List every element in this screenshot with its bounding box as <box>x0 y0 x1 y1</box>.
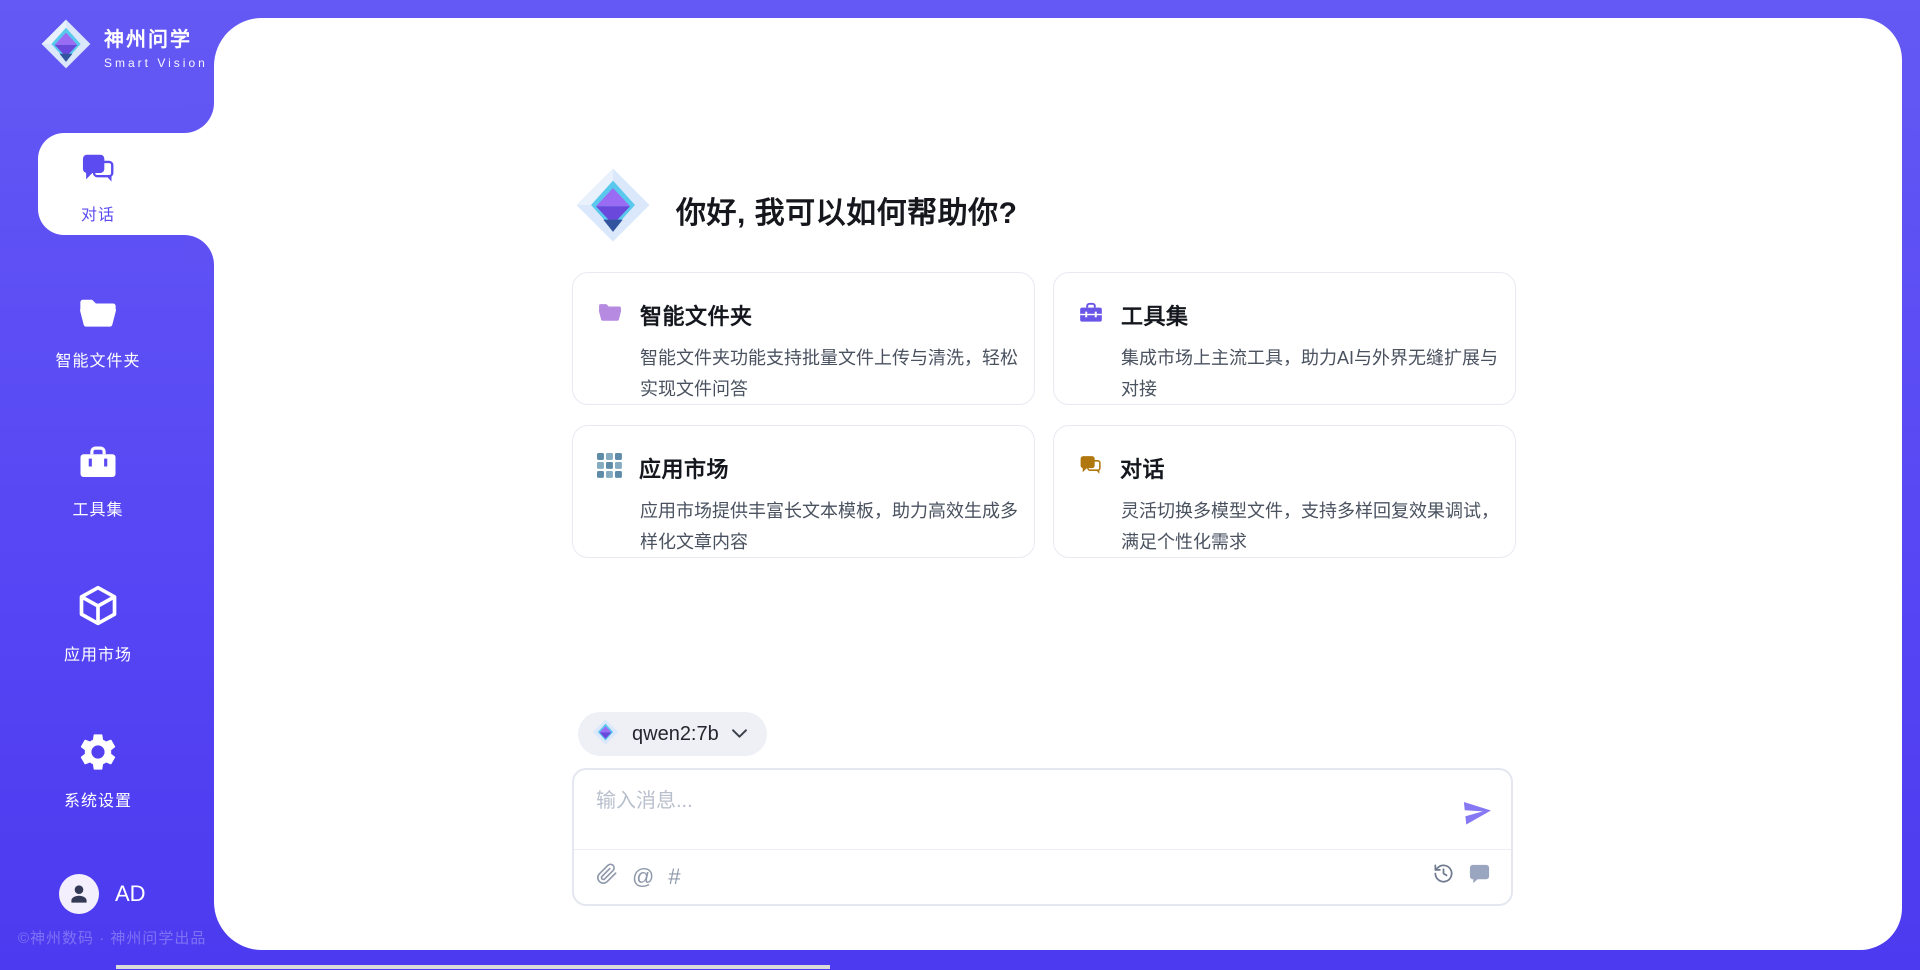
user-name: AD <box>115 881 146 907</box>
send-icon[interactable] <box>1461 796 1493 828</box>
card-title: 工具集 <box>1121 299 1189 331</box>
tab-curve-top <box>184 103 214 133</box>
sidebar-item-label: 智能文件夹 <box>0 347 196 371</box>
card-description: 应用市场提供丰富长文本模板，助力高效生成多样化文章内容 <box>640 496 1028 558</box>
model-name: qwen2:7b <box>632 723 719 746</box>
greeting-logo-icon <box>574 164 652 251</box>
brand[interactable]: 神州问学 Smart Vision <box>40 16 208 77</box>
diamond-logo-icon <box>592 718 619 751</box>
card-description: 集成市场上主流工具，助力AI与外界无缝扩展与对接 <box>1121 343 1509 405</box>
avatar <box>59 874 99 914</box>
sidebar-item-smart-folder[interactable]: 智能文件夹 <box>0 294 196 371</box>
hash-icon[interactable]: # <box>668 865 680 889</box>
card-chat[interactable]: 对话 灵活切换多模型文件，支持多样回复效果调试，满足个性化需求 <box>1053 425 1516 558</box>
sidebar-item-label: 对话 <box>0 201 196 225</box>
chevron-down-icon <box>732 725 747 743</box>
chat-bubble-icon[interactable] <box>1468 862 1491 890</box>
toolbox-icon <box>77 443 119 488</box>
cube-icon <box>76 584 120 633</box>
card-title: 对话 <box>1120 452 1165 484</box>
card-title: 应用市场 <box>639 452 729 484</box>
attachment-icon[interactable] <box>596 862 618 891</box>
diamond-logo-icon <box>40 16 92 77</box>
app-window: 神州问学 Smart Vision 对话 智能文件夹 <box>0 0 1920 970</box>
card-description: 智能文件夹功能支持批量文件上传与清洗，轻松实现文件问答 <box>640 343 1028 405</box>
card-smart-folder[interactable]: 智能文件夹 智能文件夹功能支持批量文件上传与清洗，轻松实现文件问答 <box>572 272 1035 405</box>
folder-icon <box>77 294 119 339</box>
card-app-market[interactable]: 应用市场 应用市场提供丰富长文本模板，助力高效生成多样化文章内容 <box>572 425 1035 558</box>
model-selector[interactable]: qwen2:7b <box>578 712 767 756</box>
gear-icon <box>76 730 120 779</box>
message-input[interactable] <box>596 784 1436 840</box>
sidebar-item-chat[interactable]: 对话 <box>0 150 196 225</box>
toolbox-icon <box>1078 301 1104 330</box>
at-icon[interactable]: @ <box>632 865 654 889</box>
brand-title: 神州问学 <box>104 23 208 52</box>
sidebar-item-label: 应用市场 <box>0 641 196 665</box>
composer-divider <box>574 849 1511 850</box>
sidebar-item-label: 系统设置 <box>0 787 196 811</box>
user-profile[interactable]: AD <box>59 874 146 914</box>
sidebar-item-app-market[interactable]: 应用市场 <box>0 584 196 665</box>
message-composer: @ # <box>572 768 1513 906</box>
chat-icon <box>79 150 117 193</box>
sidebar-item-settings[interactable]: 系统设置 <box>0 730 196 811</box>
chat-icon <box>1078 453 1103 483</box>
card-title: 智能文件夹 <box>640 299 753 331</box>
feature-cards: 智能文件夹 智能文件夹功能支持批量文件上传与清洗，轻松实现文件问答 工具集 集成… <box>572 272 1516 558</box>
greeting-title: 你好, 我可以如何帮助你? <box>676 188 1018 232</box>
sidebar-item-label: 工具集 <box>0 496 196 520</box>
bottom-edge-artifact <box>116 965 830 969</box>
folder-icon <box>597 301 623 330</box>
sidebar-item-toolset[interactable]: 工具集 <box>0 443 196 520</box>
grid-icon <box>597 453 622 483</box>
history-icon[interactable] <box>1432 862 1455 890</box>
card-description: 灵活切换多模型文件，支持多样回复效果调试，满足个性化需求 <box>1121 496 1509 558</box>
sidebar-footer: ©神州数码 · 神州问学出品 <box>18 927 258 948</box>
tab-curve-bottom <box>184 235 214 265</box>
card-toolset[interactable]: 工具集 集成市场上主流工具，助力AI与外界无缝扩展与对接 <box>1053 272 1516 405</box>
brand-subtitle: Smart Vision <box>104 56 208 70</box>
